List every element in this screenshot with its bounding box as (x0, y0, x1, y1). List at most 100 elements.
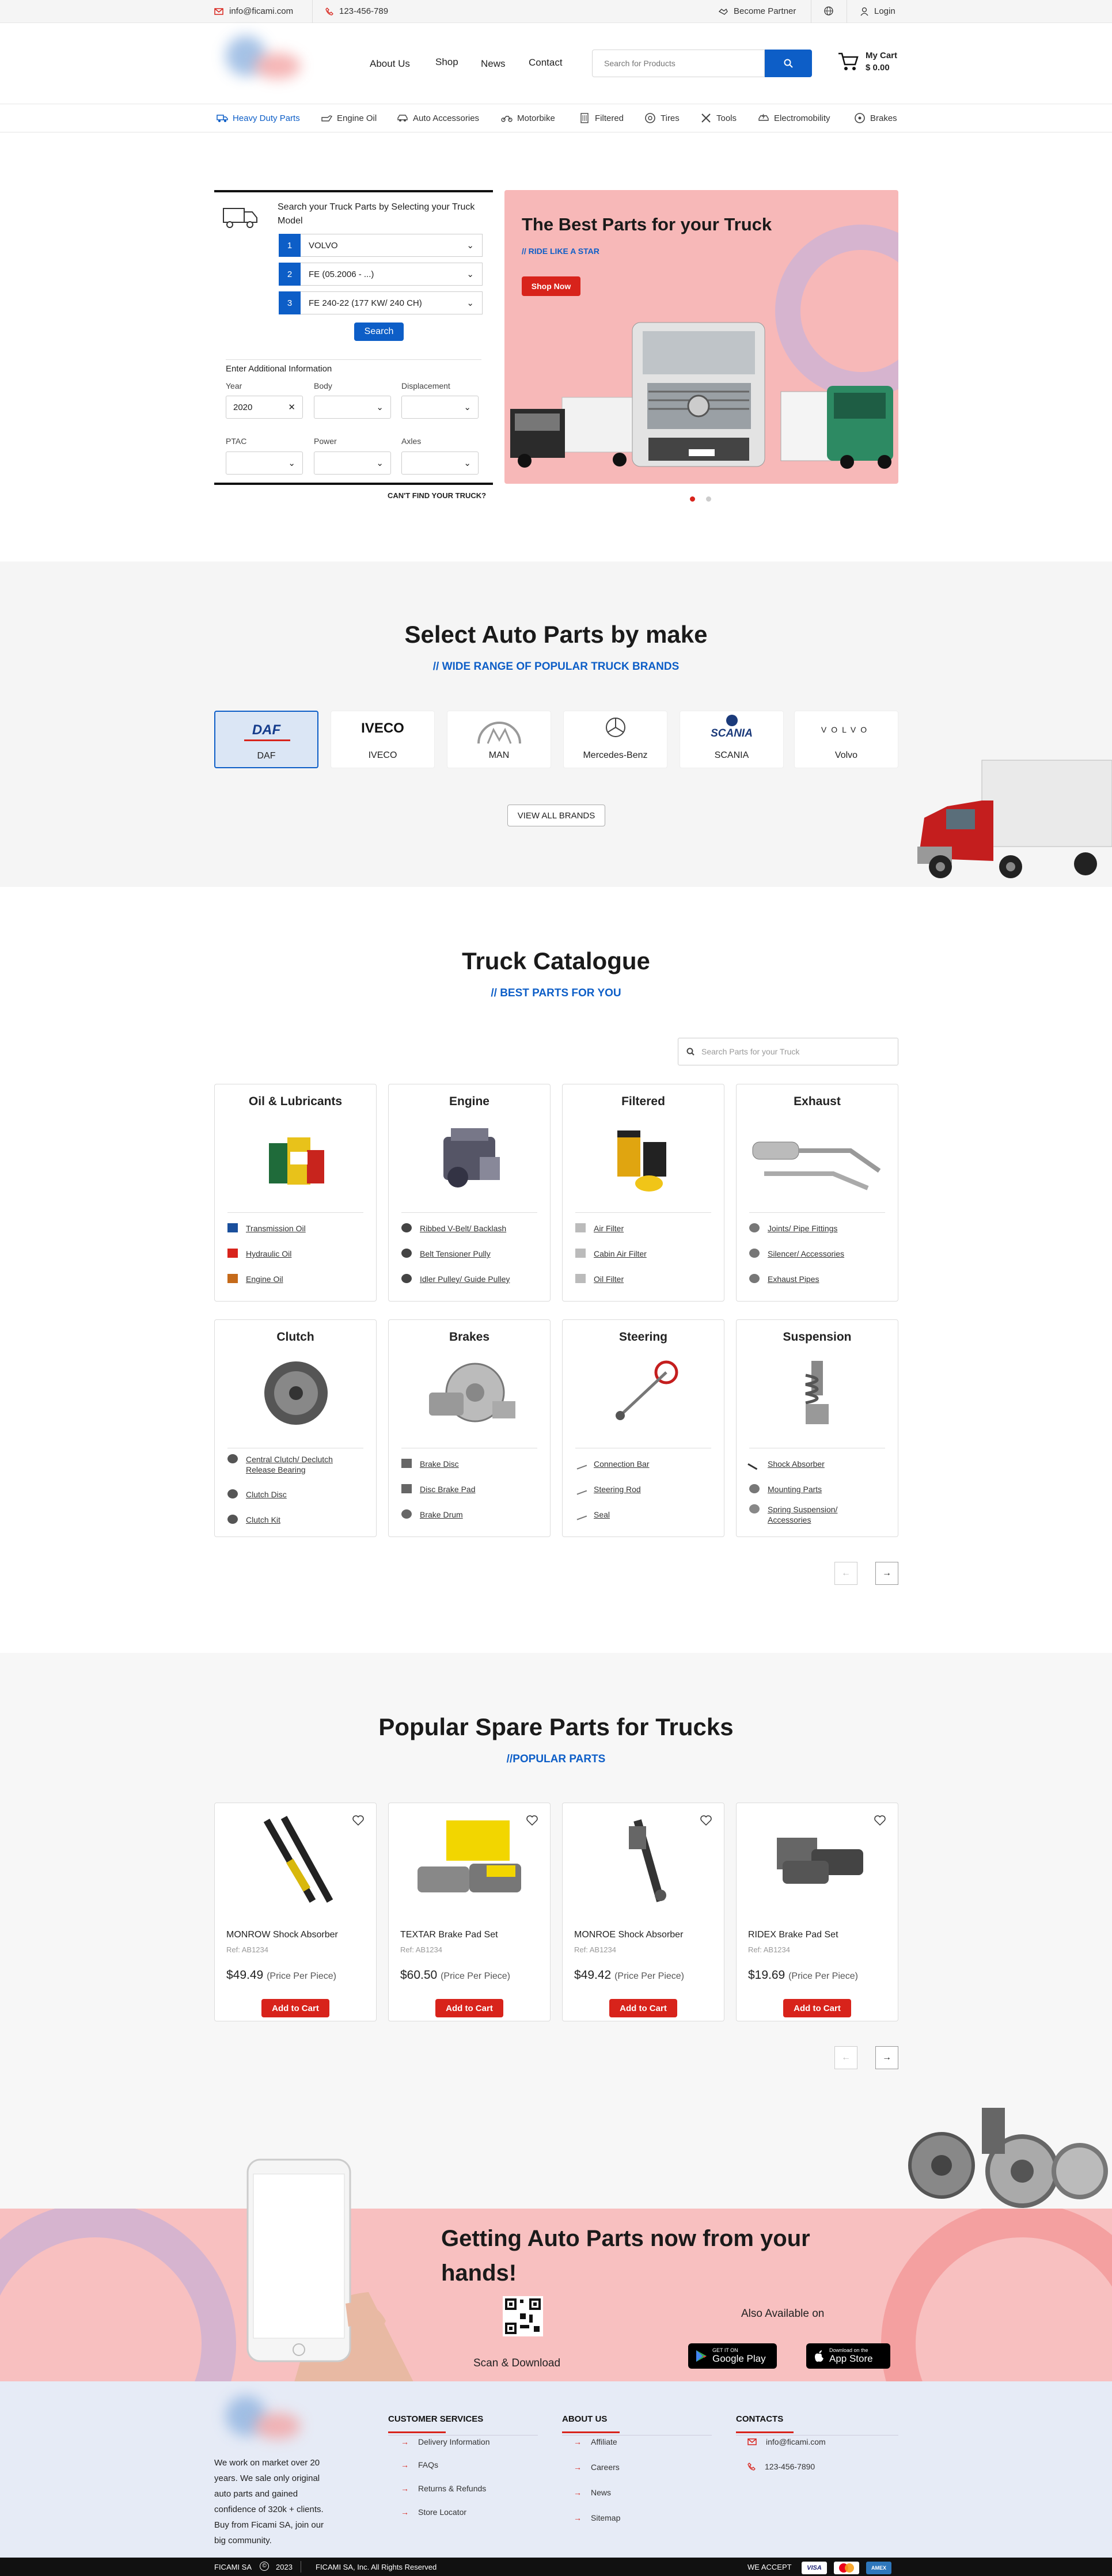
google-play-button[interactable]: GET IT ON Google Play (688, 2343, 777, 2369)
product-card[interactable]: MONROE Shock Absorber Ref: AB1234 $49.42… (562, 1803, 724, 2021)
carousel-dot-active[interactable] (690, 496, 695, 502)
become-partner-link[interactable]: Become Partner (719, 6, 796, 16)
category-auto-accessories[interactable]: Auto Accessories (397, 113, 479, 123)
product-name[interactable]: RIDEX Brake Pad Set (748, 1930, 838, 1940)
clear-icon[interactable]: ✕ (288, 402, 295, 412)
catalogue-link[interactable]: Engine Oil (227, 1274, 283, 1284)
catalogue-link[interactable]: Air Filter (575, 1223, 624, 1234)
catalogue-link[interactable]: Brake Drum (401, 1509, 463, 1520)
select-make[interactable]: 1 VOLVO ⌄ (279, 234, 483, 257)
catalogue-card-steering[interactable]: Steering Connection Bar Steering Rod Sea… (562, 1319, 724, 1537)
catalogue-link[interactable]: Idler Pulley/ Guide Pulley (401, 1274, 510, 1284)
view-all-brands-button[interactable]: VIEW ALL BRANDS (507, 805, 605, 826)
product-name[interactable]: TEXTAR Brake Pad Set (400, 1930, 498, 1940)
category-motorbike[interactable]: Motorbike (501, 113, 555, 123)
catalogue-link[interactable]: Exhaust Pipes (749, 1274, 819, 1284)
catalogue-link[interactable]: Silencer/ Accessories (749, 1249, 844, 1259)
footer-link-faqs[interactable]: → FAQs (401, 2460, 438, 2469)
category-tires[interactable]: Tires (644, 113, 680, 123)
nav-contact[interactable]: Contact (529, 57, 563, 69)
heart-icon[interactable] (352, 1815, 365, 1826)
popular-next-button[interactable]: → (875, 2046, 898, 2069)
topbar-phone[interactable]: 123-456-789 (325, 6, 388, 16)
brand-card-man[interactable]: MAN (447, 711, 551, 768)
footer-link-affiliate[interactable]: → Affiliate (574, 2437, 617, 2446)
catalogue-card-clutch[interactable]: Clutch Central Clutch/ Declutch Release … (214, 1319, 377, 1537)
catalogue-link[interactable]: Seal (574, 1508, 610, 1520)
catalogue-link[interactable]: Ribbed V-Belt/ Backlash (401, 1223, 506, 1234)
popular-prev-button[interactable]: ← (834, 2046, 857, 2069)
body-select[interactable]: ⌄ (314, 396, 391, 419)
parts-search-input[interactable]: Search Parts for your Truck (678, 1038, 898, 1065)
language-button[interactable] (824, 6, 833, 16)
catalogue-link[interactable]: Clutch Disc (227, 1489, 287, 1500)
footer-link-returns[interactable]: → Returns & Refunds (401, 2484, 486, 2493)
catalogue-card-brakes[interactable]: Brakes Brake Disc Disc Brake Pad Brake D… (388, 1319, 551, 1537)
topbar-email[interactable]: info@ficami.com (214, 6, 293, 16)
product-card[interactable]: TEXTAR Brake Pad Set Ref: AB1234 $60.50 … (388, 1803, 551, 2021)
app-store-button[interactable]: Download on the App Store (806, 2343, 890, 2369)
catalogue-card-oil[interactable]: Oil & Lubricants Transmission Oil Hydrau… (214, 1084, 377, 1302)
nav-news[interactable]: News (481, 58, 506, 70)
catalogue-next-button[interactable]: → (875, 1562, 898, 1585)
catalogue-link[interactable]: Transmission Oil (227, 1223, 306, 1234)
category-brakes[interactable]: Brakes (854, 113, 897, 123)
carousel-dot[interactable] (706, 496, 711, 502)
footer-link-news[interactable]: → News (574, 2488, 611, 2497)
catalogue-link[interactable]: Brake Disc (401, 1459, 459, 1469)
finder-search-button[interactable]: Search (354, 323, 404, 341)
product-name[interactable]: MONROW Shock Absorber (226, 1930, 338, 1940)
footer-link-delivery[interactable]: → Delivery Information (401, 2437, 490, 2446)
footer-email[interactable]: info@ficami.com (747, 2437, 826, 2446)
product-search-button[interactable] (765, 50, 812, 77)
footer-logo[interactable] (214, 2390, 312, 2448)
catalogue-prev-button[interactable]: ← (834, 1562, 857, 1585)
catalogue-link[interactable]: Shock Absorber (747, 1456, 825, 1470)
catalogue-card-engine[interactable]: Engine Ribbed V-Belt/ Backlash Belt Tens… (388, 1084, 551, 1302)
add-to-cart-button[interactable]: Add to Cart (609, 1999, 677, 2017)
ptac-select[interactable]: ⌄ (226, 452, 303, 475)
qr-code-image[interactable] (503, 2296, 543, 2336)
catalogue-link[interactable]: Belt Tensioner Pully (401, 1249, 491, 1259)
product-card[interactable]: MONROW Shock Absorber Ref: AB1234 $49.49… (214, 1803, 377, 2021)
site-logo[interactable] (214, 30, 312, 88)
heart-icon[interactable] (700, 1815, 712, 1826)
category-electromobility[interactable]: Electromobility (758, 113, 830, 123)
catalogue-card-filtered[interactable]: Filtered Air Filter Cabin Air Filter Oil… (562, 1084, 724, 1302)
product-name[interactable]: MONROE Shock Absorber (574, 1930, 683, 1940)
catalogue-card-exhaust[interactable]: Exhaust Joints/ Pipe Fittings Silencer/ … (736, 1084, 898, 1302)
brand-card-volvo[interactable]: VOLVO Volvo (794, 711, 898, 768)
power-select[interactable]: ⌄ (314, 452, 391, 475)
category-tools[interactable]: Tools (700, 113, 737, 123)
catalogue-card-suspension[interactable]: Suspension Shock Absorber Mounting Parts… (736, 1319, 898, 1537)
brand-card-daf[interactable]: DAF DAF (214, 711, 318, 768)
login-link[interactable]: Login (860, 6, 895, 16)
axles-select[interactable]: ⌄ (401, 452, 479, 475)
cant-find-link[interactable]: CAN'T FIND YOUR TRUCK? (388, 491, 486, 500)
brand-card-iveco[interactable]: IVECO IVECO (331, 711, 435, 768)
catalogue-link[interactable]: Mounting Parts (749, 1484, 822, 1494)
year-field[interactable]: 2020 ✕ (226, 396, 303, 419)
category-heavy-duty-parts[interactable]: Heavy Duty Parts (217, 113, 300, 123)
nav-about-us[interactable]: About Us (370, 58, 410, 70)
select-model[interactable]: 2 FE (05.2006 - ...) ⌄ (279, 263, 483, 286)
catalogue-link[interactable]: Connection Bar (574, 1457, 650, 1470)
displacement-select[interactable]: ⌄ (401, 396, 479, 419)
catalogue-link[interactable]: Clutch Kit (227, 1515, 280, 1525)
catalogue-link[interactable]: Joints/ Pipe Fittings (749, 1223, 837, 1234)
footer-link-store-locator[interactable]: → Store Locator (401, 2507, 466, 2517)
brand-card-mercedes-benz[interactable]: Mercedes-Benz (563, 711, 667, 768)
footer-phone[interactable]: 123-456-7890 (747, 2462, 815, 2471)
heart-icon[interactable] (874, 1815, 886, 1826)
footer-link-sitemap[interactable]: → Sitemap (574, 2513, 620, 2522)
catalogue-link[interactable]: Cabin Air Filter (575, 1249, 647, 1259)
nav-shop[interactable]: Shop (435, 56, 458, 68)
cart-button[interactable]: My Cart $ 0.00 (838, 51, 897, 73)
product-card[interactable]: RIDEX Brake Pad Set Ref: AB1234 $19.69 (… (736, 1803, 898, 2021)
footer-link-careers[interactable]: → Careers (574, 2463, 620, 2472)
category-engine-oil[interactable]: Engine Oil (321, 113, 377, 123)
product-search-input[interactable] (592, 50, 765, 77)
add-to-cart-button[interactable]: Add to Cart (261, 1999, 329, 2017)
catalogue-link[interactable]: Steering Rod (574, 1482, 641, 1495)
add-to-cart-button[interactable]: Add to Cart (435, 1999, 503, 2017)
